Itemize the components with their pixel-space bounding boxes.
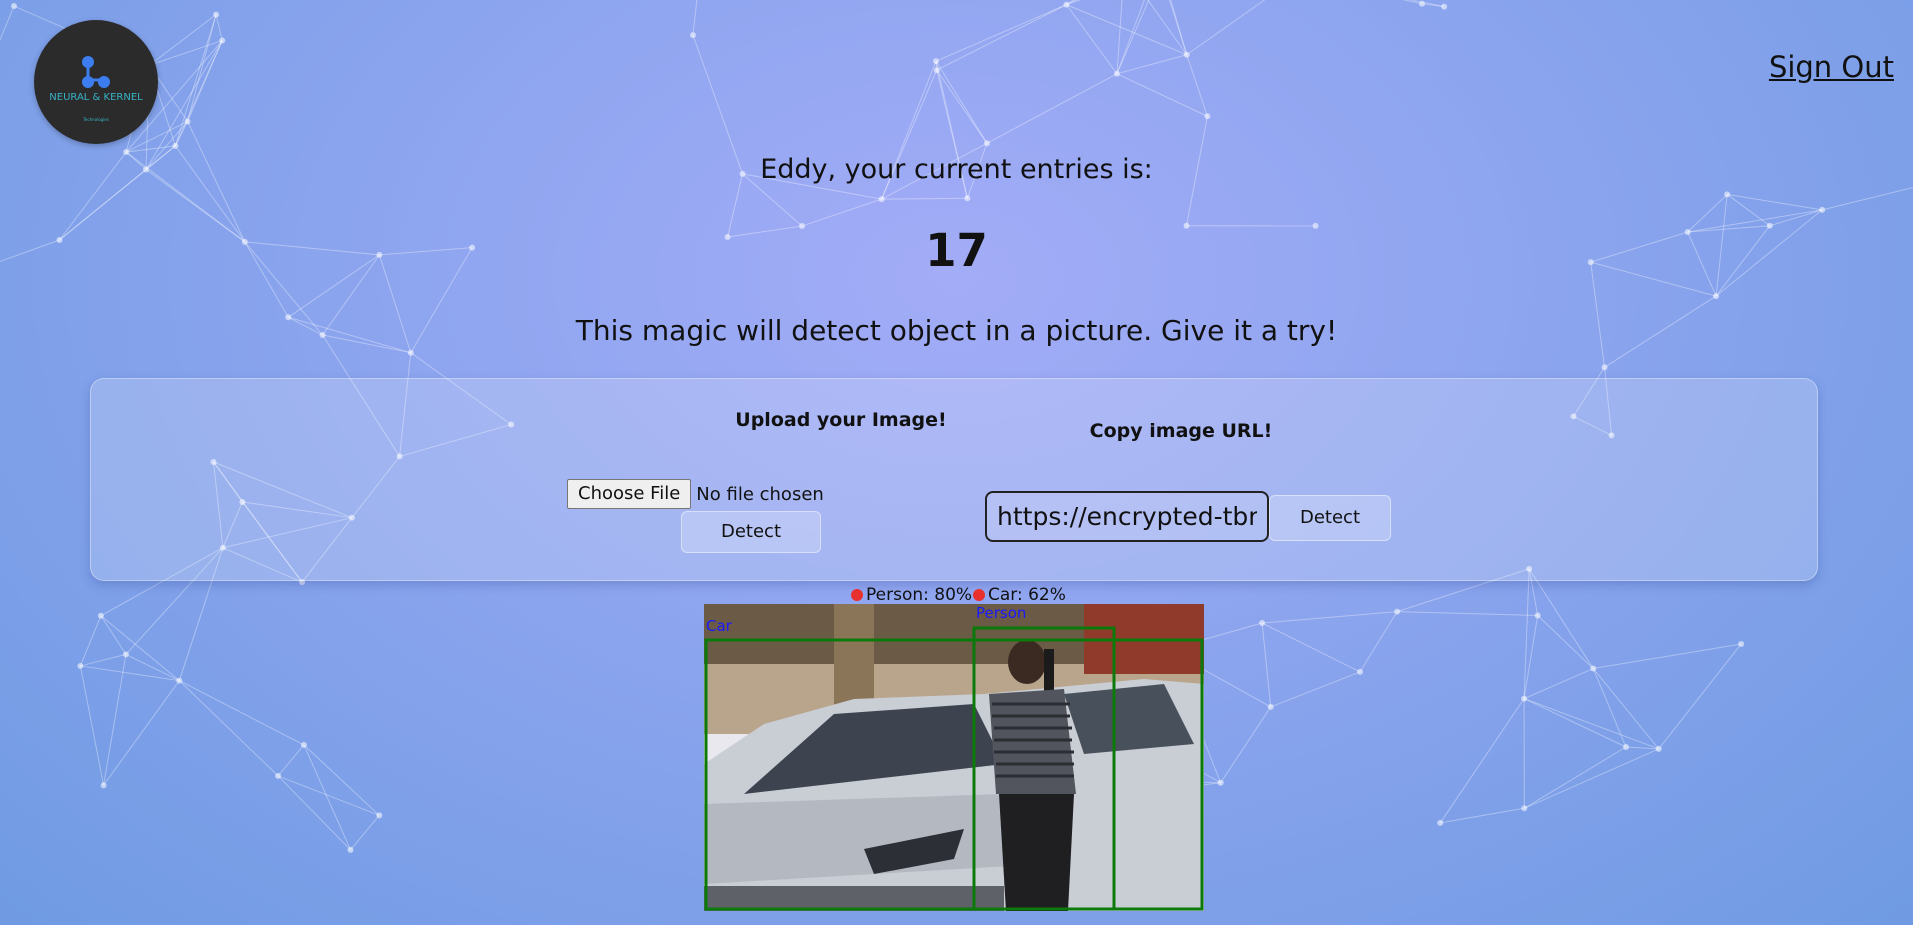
detection-form-panel: Upload your Image! Choose File No file c… [90,378,1818,581]
red-dot-icon [851,589,863,601]
logo-text: NEURAL & KERNEL [49,92,143,103]
brand-logo[interactable]: NEURAL & KERNEL Technologies [34,20,158,144]
entry-count: 17 [925,224,988,277]
file-input[interactable]: Choose File No file chosen [567,479,824,509]
url-title: Copy image URL! [1089,420,1273,442]
file-status-text: No file chosen [696,483,824,505]
detection-result-image: Car Person [704,604,1204,911]
image-url-input[interactable] [985,491,1269,542]
greeting-text: Eddy, your current entries is: [760,154,1153,185]
logo-subtext: Technologies [83,117,109,122]
upload-title: Upload your Image! [735,409,947,431]
box-label-car: Car [706,617,733,635]
detection-legend-person: Person: 80% [851,584,972,606]
url-detect-button[interactable]: Detect [1269,495,1391,541]
choose-file-button[interactable]: Choose File [567,479,692,509]
network-node-icon [82,56,110,88]
legend-label: Car: 62% [988,585,1066,605]
legend-label: Person: 80% [866,585,973,605]
tagline-text: This magic will detect object in a pictu… [575,314,1338,347]
detection-legend-car: Car: 62% [973,584,1066,606]
upload-detect-button[interactable]: Detect [681,511,821,553]
sign-out-link[interactable]: Sign Out [1769,50,1894,84]
red-dot-icon [973,589,985,601]
box-label-person: Person [976,604,1026,622]
